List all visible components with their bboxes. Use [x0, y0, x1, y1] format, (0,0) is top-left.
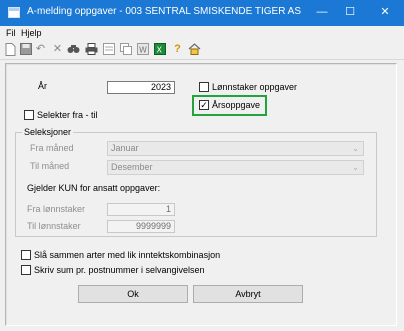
fra-lonnstaker-label: Fra lønnstaker: [27, 204, 86, 214]
minimize-button[interactable]: —: [313, 4, 331, 20]
sla-sammen-label: Slå sammen arter med lik inntektskombina…: [34, 250, 221, 260]
export-word-icon[interactable]: W: [136, 43, 149, 56]
undo-icon[interactable]: ↶: [34, 43, 47, 56]
preview-icon[interactable]: [102, 43, 115, 56]
fra-maned-select[interactable]: Januar ⌄: [107, 141, 364, 156]
til-maned-label: Til måned: [30, 161, 70, 171]
svg-text:W: W: [139, 46, 147, 55]
window-title: A-melding oppgaver - 003 SENTRAL SMISKEN…: [27, 6, 301, 17]
menu-fil[interactable]: Fil: [6, 28, 16, 38]
title-bar: A-melding oppgaver - 003 SENTRAL SMISKEN…: [0, 0, 404, 26]
delete-icon[interactable]: ✕: [51, 43, 64, 56]
year-input[interactable]: 2023: [107, 81, 175, 94]
til-maned-select[interactable]: Desember ⌄: [107, 160, 364, 175]
lonnstaker-oppgaver-checkbox[interactable]: [199, 82, 209, 92]
menu-hjelp[interactable]: Hjelp: [21, 28, 42, 38]
chevron-down-icon: ⌄: [352, 144, 359, 153]
copy-icon[interactable]: [119, 43, 132, 56]
maximize-button[interactable]: ☐: [341, 4, 359, 20]
fra-maned-label: Fra måned: [30, 143, 74, 153]
find-icon[interactable]: [67, 43, 80, 56]
til-lonnstaker-label: Til lønnstaker: [27, 221, 81, 231]
skriv-sum-label: Skriv sum pr. postnummer i selvangivelse…: [34, 265, 205, 275]
cancel-button[interactable]: Avbryt: [193, 285, 303, 303]
gjelder-label: Gjelder KUN for ansatt oppgaver:: [27, 183, 161, 193]
selekter-fra-til-label: Selekter fra - til: [37, 110, 98, 120]
fra-lonnstaker-input[interactable]: 1: [107, 203, 175, 216]
close-button[interactable]: ✕: [376, 4, 394, 20]
sla-sammen-checkbox[interactable]: [21, 250, 31, 260]
arsoppgave-checkbox[interactable]: ✓: [199, 100, 209, 110]
seleksjoner-title: Seleksjoner: [22, 127, 74, 137]
arsoppgave-label: Årsoppgave: [212, 100, 261, 110]
help-icon[interactable]: ?: [171, 43, 184, 56]
menu-bar: Fil Hjelp: [0, 26, 404, 40]
skriv-sum-checkbox[interactable]: [21, 265, 31, 275]
selekter-fra-til-checkbox[interactable]: [24, 110, 34, 120]
fra-maned-value: Januar: [111, 143, 139, 153]
app-window-icon: [8, 7, 20, 18]
export-excel-icon[interactable]: X: [153, 43, 166, 56]
chevron-down-icon: ⌄: [352, 163, 359, 172]
til-maned-value: Desember: [111, 162, 153, 172]
year-label: År: [38, 81, 47, 91]
svg-text:X: X: [156, 46, 162, 55]
ok-button[interactable]: Ok: [78, 285, 188, 303]
toolbar: ↶ ✕ W X ?: [0, 40, 404, 60]
new-icon[interactable]: [4, 43, 17, 56]
print-icon[interactable]: [85, 43, 98, 56]
lonnstaker-oppgaver-label: Lønnstaker oppgaver: [212, 82, 298, 92]
save-icon[interactable]: [19, 43, 32, 56]
home-icon[interactable]: [188, 43, 201, 56]
til-lonnstaker-input[interactable]: 9999999: [107, 220, 175, 233]
